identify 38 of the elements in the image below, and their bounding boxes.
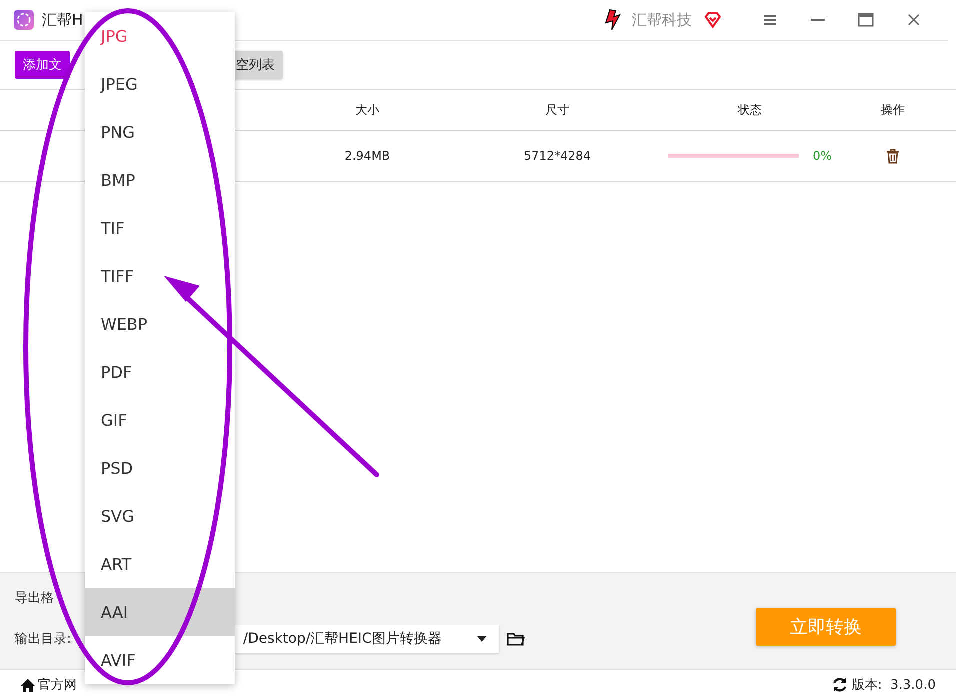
home-icon[interactable] <box>20 678 36 692</box>
caret-icon[interactable] <box>477 636 488 642</box>
format-option[interactable]: AAI <box>85 588 235 636</box>
progress-percent: 0% <box>812 149 832 163</box>
version-label: 版本: 3.3.0.0 <box>852 677 936 694</box>
format-option[interactable]: WEBP <box>85 300 235 348</box>
window-title: 汇帮H <box>42 10 84 30</box>
format-option[interactable]: JPG <box>85 12 235 60</box>
close-icon[interactable] <box>908 14 920 26</box>
refresh-icon[interactable] <box>832 677 848 693</box>
column-header: 状态 <box>738 102 762 118</box>
column-header: 操作 <box>881 102 905 118</box>
format-label: 导出格 <box>15 590 54 607</box>
maximize-icon[interactable] <box>858 13 874 27</box>
menu-icon[interactable] <box>763 14 777 26</box>
format-option[interactable]: GIF <box>85 396 235 444</box>
app-logo-icon <box>14 10 34 30</box>
format-option[interactable]: TIF <box>85 204 235 252</box>
output-dir-label: 输出目录: <box>15 631 72 648</box>
trash-icon[interactable] <box>886 148 900 164</box>
website-link[interactable]: 官方网 <box>20 676 77 694</box>
column-header: 大小 <box>356 102 380 118</box>
folder-icon[interactable] <box>507 632 526 646</box>
format-option[interactable]: PNG <box>85 108 235 156</box>
add-file-button[interactable]: 添加文 <box>15 51 70 79</box>
format-option[interactable]: TIFF <box>85 252 235 300</box>
format-option[interactable]: PSD <box>85 444 235 492</box>
format-option[interactable]: SVG <box>85 492 235 540</box>
brand-name: 汇帮科技 <box>632 10 692 30</box>
table-cell: 5712*4284 <box>524 149 592 163</box>
table-cell: 2.94MB <box>344 149 390 163</box>
diamond-icon[interactable] <box>704 11 722 29</box>
format-option[interactable]: BMP <box>85 156 235 204</box>
column-header: 尺寸 <box>546 102 570 118</box>
format-option[interactable]: JPEG <box>85 60 235 108</box>
format-option[interactable]: ART <box>85 540 235 588</box>
format-option[interactable]: PDF <box>85 348 235 396</box>
format-option[interactable]: AVIF <box>85 636 235 684</box>
